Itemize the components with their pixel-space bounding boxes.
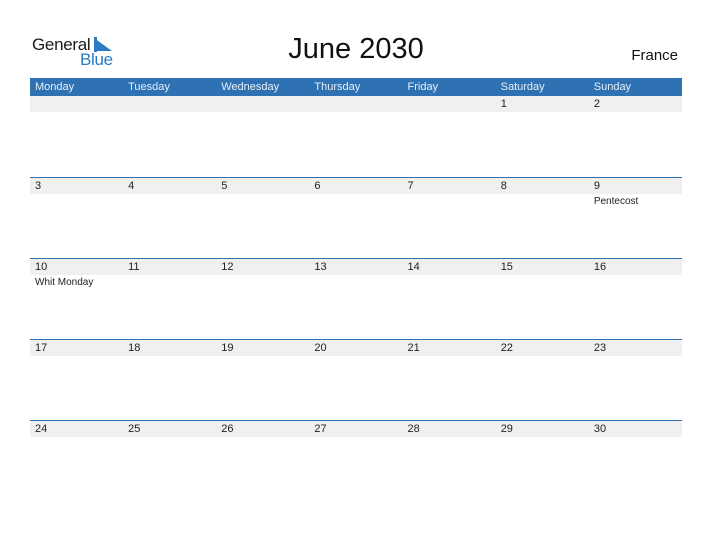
holiday-label: Pentecost xyxy=(593,196,639,207)
day-number: 4 xyxy=(128,180,135,192)
day-cell: 6 xyxy=(309,178,402,259)
day-number: 17 xyxy=(35,342,48,354)
day-cell: 26 xyxy=(216,421,309,502)
day-cell: 20 xyxy=(309,340,402,421)
day-number: 12 xyxy=(221,261,234,273)
day-cell xyxy=(30,96,123,177)
day-number: 7 xyxy=(407,180,414,192)
day-number: 16 xyxy=(593,261,607,273)
day-cell: 28 xyxy=(403,421,496,502)
day-number: 25 xyxy=(128,423,141,435)
day-cell: 27 xyxy=(309,421,402,502)
day-number: 23 xyxy=(593,342,607,354)
day-cell: 1 xyxy=(496,96,589,177)
day-number: 28 xyxy=(407,423,420,435)
day-cell xyxy=(123,96,216,177)
day-number: 27 xyxy=(314,423,327,435)
day-cell: 16 xyxy=(589,259,682,340)
day-cell: 12 xyxy=(216,259,309,340)
day-number: 26 xyxy=(221,423,234,435)
day-cell: 13 xyxy=(309,259,402,340)
weekday-monday: Monday xyxy=(35,81,75,93)
day-number: 30 xyxy=(593,423,607,435)
holiday-label: Whit Monday xyxy=(35,277,94,288)
day-cell: 22 xyxy=(496,340,589,421)
day-number: 19 xyxy=(221,342,234,354)
day-number: 20 xyxy=(314,342,327,354)
day-cell: 17 xyxy=(30,340,123,421)
day-cell: 29 xyxy=(496,421,589,502)
day-cell: 24 xyxy=(30,421,123,502)
country-label: France xyxy=(631,47,678,64)
day-number: 10 xyxy=(35,261,48,273)
day-number: 5 xyxy=(221,180,228,192)
day-number: 11 xyxy=(128,261,140,273)
weekday-sunday: Sunday xyxy=(593,81,632,93)
week-row: 17 18 19 20 21 22 23 xyxy=(30,339,682,421)
weekday-thursday: Thursday xyxy=(314,81,361,93)
calendar-title: June 2030 xyxy=(288,33,424,65)
day-cell: 19 xyxy=(216,340,309,421)
day-cell: 30 xyxy=(589,421,682,502)
weekday-tuesday: Tuesday xyxy=(128,81,170,93)
weekday-wednesday: Wednesday xyxy=(221,81,280,93)
week-row: 24 25 26 27 28 29 30 xyxy=(30,420,682,502)
day-number: 22 xyxy=(500,342,513,354)
weekday-saturday: Saturday xyxy=(500,81,545,93)
day-cell xyxy=(216,96,309,177)
day-number: 21 xyxy=(407,342,420,354)
day-cell: 23 xyxy=(589,340,682,421)
day-number: 8 xyxy=(500,180,507,192)
day-cell: 10 Whit Monday xyxy=(30,259,123,340)
day-cell: 15 xyxy=(496,259,589,340)
day-number: 3 xyxy=(35,180,42,192)
day-number: 15 xyxy=(500,261,513,273)
day-cell: 2 xyxy=(589,96,682,177)
day-cell: 25 xyxy=(123,421,216,502)
weekday-header: Monday Tuesday Wednesday Thursday Friday… xyxy=(30,78,682,96)
week-row: 10 Whit Monday 11 12 13 14 15 16 xyxy=(30,258,682,340)
week-row: 3 4 5 6 7 8 9 Pentecost xyxy=(30,177,682,259)
day-number: 29 xyxy=(500,423,513,435)
day-cell xyxy=(309,96,402,177)
day-cell: 14 xyxy=(403,259,496,340)
day-cell xyxy=(403,96,496,177)
weekday-friday: Friday xyxy=(407,81,439,93)
day-cell: 3 xyxy=(30,178,123,259)
day-number: 18 xyxy=(128,342,141,354)
day-cell: 5 xyxy=(216,178,309,259)
day-cell: 11 xyxy=(123,259,216,340)
day-cell: 8 xyxy=(496,178,589,259)
week-row: 12 xyxy=(30,96,682,177)
day-number: 6 xyxy=(314,180,321,192)
day-cell: 18 xyxy=(123,340,216,421)
day-number: 1 xyxy=(500,98,507,110)
day-cell: 9 Pentecost xyxy=(589,178,682,259)
day-number: 14 xyxy=(407,261,420,273)
day-cell: 4 xyxy=(123,178,216,259)
day-number: 24 xyxy=(35,423,48,435)
day-cell: 7 xyxy=(403,178,496,259)
day-cell: 21 xyxy=(403,340,496,421)
day-number: 13 xyxy=(314,261,327,273)
day-number: 2 xyxy=(593,98,600,110)
day-number: 9 xyxy=(593,180,600,192)
